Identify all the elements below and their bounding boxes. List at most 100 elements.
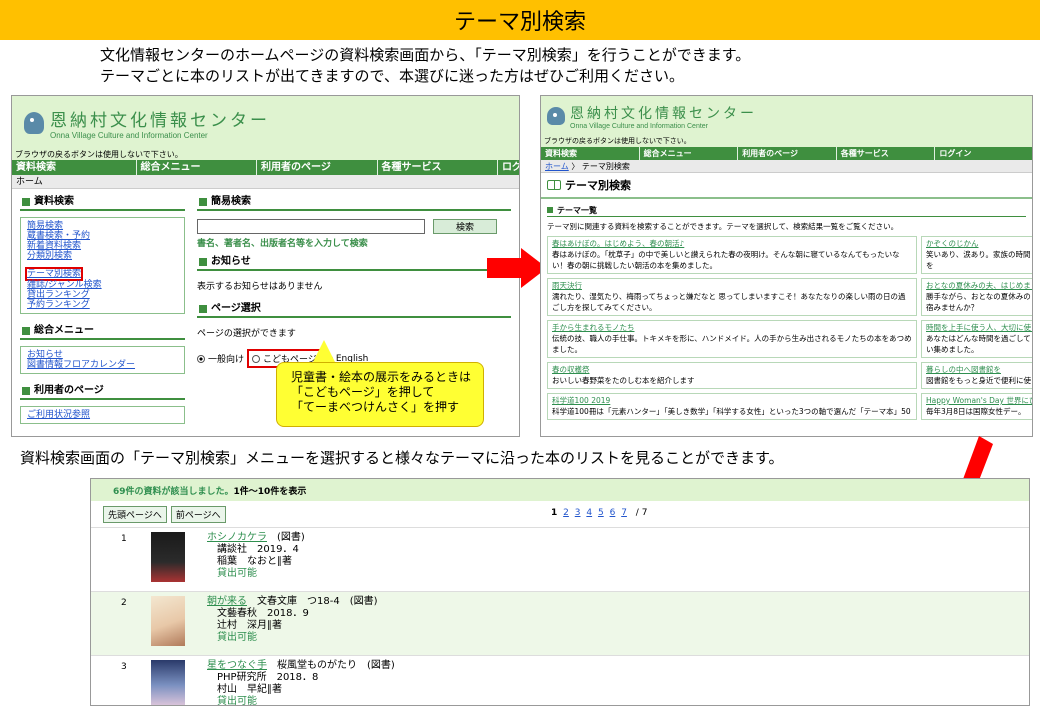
section-heading: 利用者のページ [20,384,185,400]
book-cover[interactable] [151,596,185,646]
first-page-button[interactable]: 先頭ページへ [103,505,167,523]
theme-name[interactable]: 手から生まれるモノたち [552,323,912,333]
book-cover[interactable] [151,660,185,705]
intro-text: 文化情報センターのホームページの資料検索画面から、「テーマ別検索」を行うことがで… [100,45,750,87]
theme-card[interactable]: 時間を上手に使う人、大切に使う あなたはどんな時間を過ごしてい集めました。 [921,320,1032,358]
theme-name[interactable]: 科学道100 2019 [552,396,912,406]
breadcrumb-home[interactable]: ホーム [545,162,569,171]
menu-links: お知らせ 図書情報フロアカレンダー [20,346,185,374]
main-nav: 資料検索 総合メニュー 利用者のページ 各種サービス ログイン [541,147,1032,160]
link-simple-search[interactable]: 簡易検索 [27,221,178,231]
site-subtitle: Onna Village Culture and Information Cen… [50,130,208,140]
nav-item-user[interactable]: 利用者のページ [257,160,378,175]
book-status: 貸出可能 [217,632,257,643]
section-heading: 総合メニュー [20,324,185,340]
nav-item-services[interactable]: 各種サービス [837,147,936,160]
site-name: 恩納村文化情報センター [50,110,270,131]
theme-card[interactable]: 暮らしの中へ図書館を 図書館をもっと身近で便利に使 [921,362,1032,389]
page-select-text: ページの選択ができます [197,329,296,339]
link-loan-ranking[interactable]: 貸出ランキング [27,290,178,300]
kids-page-callout: 児童書・絵本の展示をみるときは 「こどもページ」を押して 「てーまべつけんさく」… [276,362,484,427]
theme-desc: 勝手ながら、おとなの夏休みの宿みませんか？ [926,292,1031,312]
nav-item-search[interactable]: 資料検索 [541,147,640,160]
page-link[interactable]: 6 [610,508,616,518]
page-title-bar: テーマ別検索 [0,0,1040,40]
nav-item-services[interactable]: 各種サービス [378,160,499,175]
page-link[interactable]: 7 [621,508,627,518]
theme-card[interactable]: かぞくのじかん 笑いあり、涙あり。家族の時間を [921,236,1032,274]
mid-caption: 資料検索画面の「テーマ別検索」メニューを選択すると様々なテーマに沿った本のリスト… [20,449,784,467]
theme-page-title-text: テーマ別検索 [565,179,631,192]
radio-general-label[interactable]: 一般向け [208,352,244,365]
book-title[interactable]: ホシノカケラ [207,532,267,543]
nav-item-menu[interactable]: 総合メニュー [640,147,739,160]
book-series: 桜風堂ものがたり [277,660,357,671]
book-title[interactable]: 朝が来る [207,596,247,607]
theme-desc: 科学道100冊は「元素ハンター」「美しき数学」「科学する女性」といった3つの軸で… [552,407,911,416]
radio-icon[interactable] [197,354,205,363]
theme-name[interactable]: かぞくのじかん [926,239,1032,249]
theme-page-title: テーマ別検索 [541,173,1032,199]
callout-tail [312,340,336,364]
nav-item-menu[interactable]: 総合メニュー [137,160,258,175]
theme-card[interactable]: Happy Woman's Day 世界にひとつ 毎年3月8日は国際女性デー。1… [921,393,1032,420]
screenshot-theme-list: 恩納村文化情報センター Onna Village Culture and Inf… [540,95,1033,437]
theme-name[interactable]: 雨天決行 [552,281,912,291]
search-row: 検索 [197,219,511,234]
theme-card[interactable]: 雨天決行 濡れたり、湿気たり、梅雨ってちょっと嫌だなと 思ってしまいますこそ！あ… [547,278,917,316]
book-cover[interactable] [151,532,185,582]
search-button[interactable]: 検索 [433,219,497,234]
theme-name[interactable]: 時間を上手に使う人、大切に使う [926,323,1032,333]
result-range: 1件〜10件を表示 [233,486,307,497]
page-link[interactable]: 2 [563,508,569,518]
link-usage-status[interactable]: ご利用状況参照 [27,410,178,420]
prev-page-button[interactable]: 前ページへ [170,505,226,523]
radio-icon[interactable] [252,354,261,363]
section-heading: テーマ一覧 [547,205,1026,217]
page-link[interactable]: 3 [575,508,581,518]
nav-item-user[interactable]: 利用者のページ [738,147,837,160]
theme-name[interactable]: 春はあけぼの。はじめよう、春の朝活♪ [552,239,912,249]
page-links: 1 2 3 4 5 6 7 / 7 [551,508,647,518]
theme-card[interactable]: 春はあけぼの。はじめよう、春の朝活♪ 春はあけぼの。「枕草子」の中で美しいと讃え… [547,236,917,274]
pager: 先頭ページへ 前ページへ 1 2 3 4 5 6 7 / 7 [91,501,1029,527]
book-status: 貸出可能 [217,568,257,579]
link-new-arrivals[interactable]: 新着資料検索 [27,241,178,251]
search-input[interactable] [197,219,425,234]
link-theme-search[interactable]: テーマ別検索 [24,267,84,281]
link-news[interactable]: お知らせ [27,350,178,360]
link-floor-calendar[interactable]: 図書情報フロアカレンダー [27,360,178,370]
book-type: (図書) [367,660,395,671]
theme-desc: おいしい春野菜をたのしむ本を紹介します [552,376,695,385]
nav-item-login[interactable]: ログ [498,160,519,175]
row-number: 2 [121,598,127,608]
section-heading: お知らせ [197,255,511,271]
book-author: 稲葉 なおと∥著 [217,556,292,567]
theme-desc: 笑いあり、涙あり。家族の時間を [926,250,1031,270]
callout-line: 児童書・絵本の展示をみるときは [291,370,472,384]
breadcrumb-separator: 〉 [571,162,580,171]
theme-card[interactable]: おとなの夏休みの夫、はじめまし 勝手ながら、おとなの夏休みの宿みませんか？ [921,278,1032,316]
link-category-search[interactable]: 分類別検索 [27,251,178,261]
row-number: 1 [121,534,127,544]
book-title[interactable]: 星をつなぐ手 [207,660,267,671]
book-publisher: PHP研究所 2018．8 [217,672,319,683]
link-reserve-ranking[interactable]: 予約ランキング [27,300,178,310]
theme-name[interactable]: おとなの夏休みの夫、はじめまし [926,281,1032,291]
link-collection-search[interactable]: 蔵書検索・予約 [27,231,178,241]
theme-name[interactable]: 春の収穫祭 [552,365,912,375]
theme-name[interactable]: 暮らしの中へ図書館を [926,365,1032,375]
theme-name[interactable]: Happy Woman's Day 世界にひとつ [926,396,1032,406]
link-magazine-search[interactable]: 雑誌/ジャンル検索 [27,280,178,290]
site-header: 恩納村文化情報センター Onna Village Culture and Inf… [12,96,519,149]
nav-item-search[interactable]: 資料検索 [12,160,137,175]
theme-desc: 伝統の技、職人の手仕事。トキメキを形に、ハンドメイド。人の手から生み出されるモノ… [552,334,912,354]
theme-card[interactable]: 春の収穫祭 おいしい春野菜をたのしむ本を紹介します [547,362,917,389]
page-link[interactable]: 4 [586,508,592,518]
page-link[interactable]: 5 [598,508,604,518]
theme-card[interactable]: 手から生まれるモノたち 伝統の技、職人の手仕事。トキメキを形に、ハンドメイド。人… [547,320,917,358]
theme-card[interactable]: 科学道100 2019 科学道100冊は「元素ハンター」「美しき数学」「科学する… [547,393,917,420]
nav-item-login[interactable]: ログイン [935,147,1032,160]
book-type: (図書) [277,532,305,543]
breadcrumb-current: テーマ別検索 [581,162,630,171]
